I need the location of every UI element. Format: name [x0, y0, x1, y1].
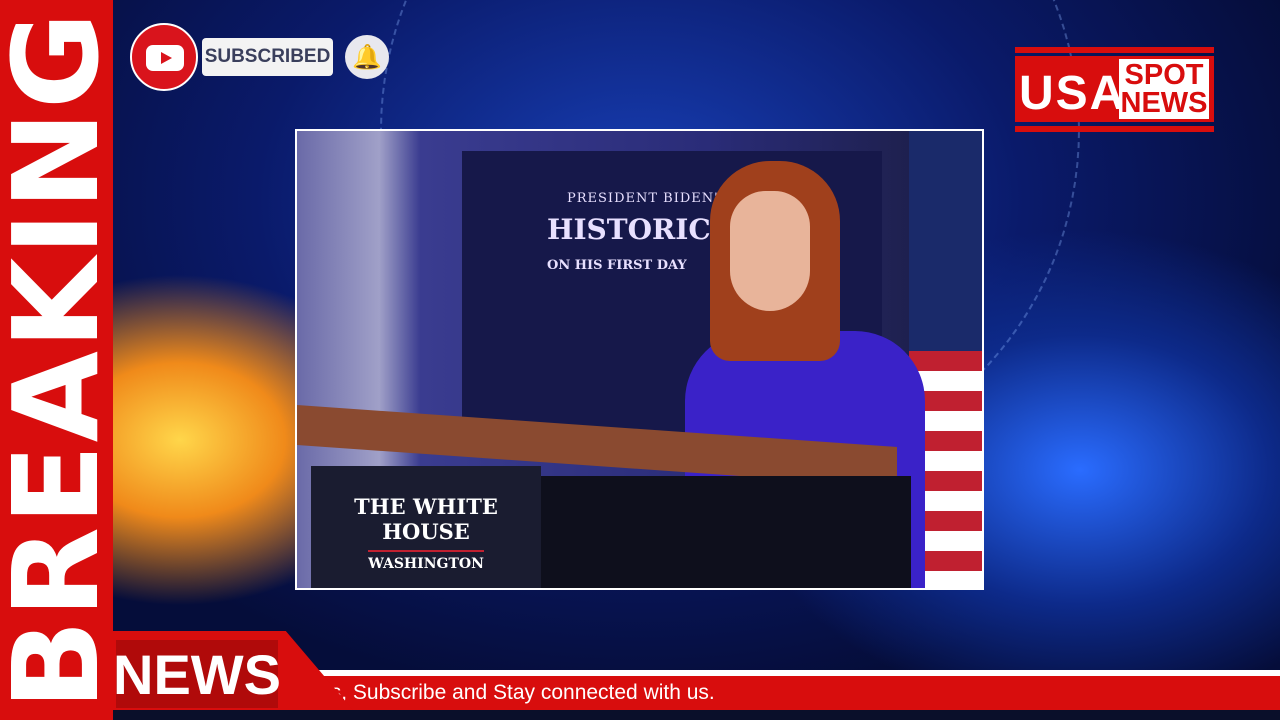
youtube-play-icon[interactable]	[130, 23, 198, 91]
podium-text: THE WHITE HOUSE	[354, 494, 498, 544]
breaking-text: BREAKING	[0, 10, 125, 710]
subscribed-button[interactable]: SUBSCRIBED	[202, 38, 333, 76]
news-label: NEWS	[113, 640, 281, 708]
logo-news: NEWS	[1120, 87, 1208, 119]
podium-side	[541, 476, 911, 588]
screen-line: ON HIS FIRST DAY	[547, 258, 687, 273]
bottom-strip	[113, 710, 1280, 720]
usa-spot-news-logo: USA SPOT NEWS	[1015, 47, 1214, 133]
logo-spot: SPOT	[1124, 59, 1204, 91]
podium-text: WASHINGTON	[368, 550, 484, 572]
breaking-banner: BREAKING	[0, 0, 125, 720]
bell-icon[interactable]: 🔔	[345, 35, 389, 79]
logo-usa: USA	[1019, 67, 1127, 120]
news-photo: PRESIDENT BIDEN'S HISTORIC A ON HIS FIRS…	[295, 129, 984, 590]
podium-front: THE WHITE HOUSE WASHINGTON	[311, 466, 541, 588]
